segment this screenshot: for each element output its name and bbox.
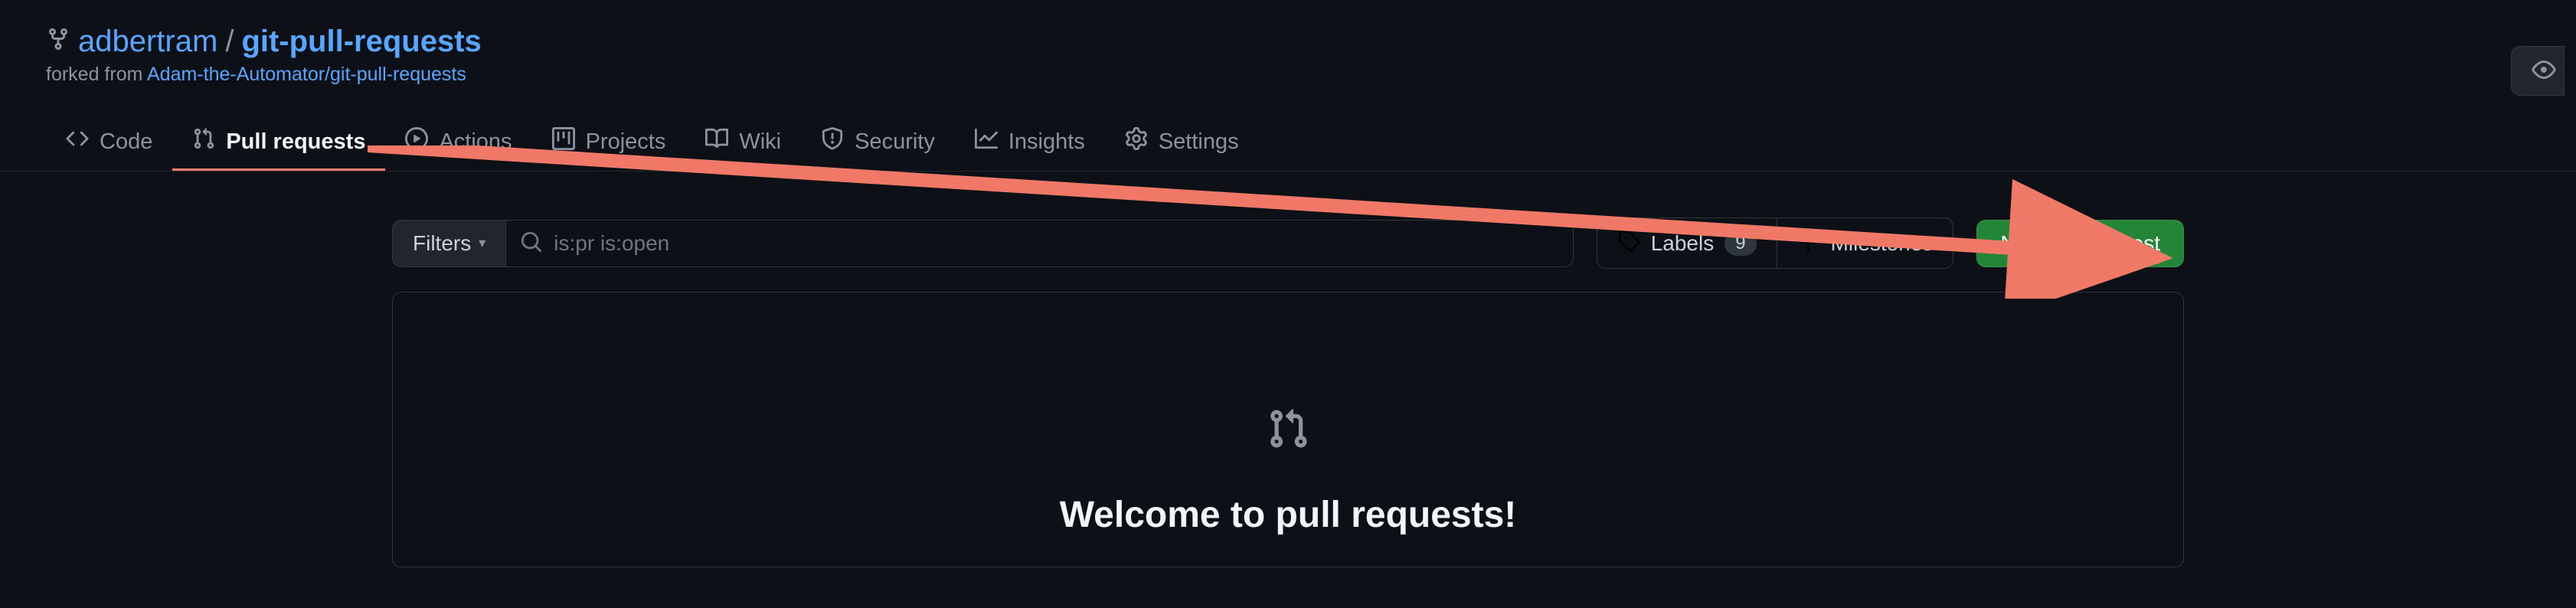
tab-code[interactable]: Code bbox=[46, 115, 172, 171]
forked-from: forked from Adam-the-Automator/git-pull-… bbox=[46, 64, 2530, 86]
repo-forked-icon bbox=[46, 25, 70, 59]
tab-label: Pull requests bbox=[226, 129, 365, 155]
tab-label: Wiki bbox=[739, 129, 781, 155]
eye-icon bbox=[2532, 57, 2556, 84]
search-group: Filters ▾ bbox=[392, 220, 1574, 267]
labels-button[interactable]: Labels 9 bbox=[1597, 217, 1777, 269]
forked-from-prefix: forked from bbox=[46, 64, 147, 85]
search-input[interactable] bbox=[554, 221, 1558, 266]
pr-toolbar: Filters ▾ Labels 9 Milestones New pull r… bbox=[392, 217, 2184, 269]
search-icon bbox=[520, 230, 543, 256]
labels-count-badge: 9 bbox=[1724, 231, 1756, 256]
tab-security[interactable]: Security bbox=[801, 115, 955, 171]
tab-settings[interactable]: Settings bbox=[1105, 115, 1259, 171]
tab-label: Code bbox=[100, 129, 152, 155]
empty-state-panel: Welcome to pull requests! bbox=[392, 292, 2184, 567]
milestones-button[interactable]: Milestones bbox=[1777, 217, 1954, 269]
labels-label: Labels bbox=[1651, 231, 1715, 256]
forked-from-link[interactable]: Adam-the-Automator/git-pull-requests bbox=[147, 64, 466, 85]
new-pull-request-button[interactable]: New pull request bbox=[1976, 220, 2184, 267]
graph-icon bbox=[975, 127, 998, 156]
filters-button[interactable]: Filters ▾ bbox=[392, 220, 505, 267]
git-pull-request-icon bbox=[1267, 407, 1309, 453]
breadcrumb: adbertram / git-pull-requests bbox=[46, 25, 2530, 59]
milestones-label: Milestones bbox=[1831, 231, 1934, 256]
tab-label: Insights bbox=[1008, 129, 1085, 155]
search-box[interactable] bbox=[505, 220, 1573, 267]
owner-link[interactable]: adbertram bbox=[78, 25, 217, 59]
tab-wiki[interactable]: Wiki bbox=[685, 115, 801, 171]
play-icon bbox=[405, 127, 428, 156]
shield-icon bbox=[821, 127, 844, 156]
breadcrumb-separator: / bbox=[225, 25, 234, 59]
tab-pull-requests[interactable]: Pull requests bbox=[172, 115, 385, 171]
book-icon bbox=[705, 127, 728, 156]
labels-milestones-group: Labels 9 Milestones bbox=[1597, 217, 1954, 269]
filters-label: Filters bbox=[413, 231, 471, 256]
watch-button[interactable] bbox=[2511, 46, 2565, 96]
tab-insights[interactable]: Insights bbox=[955, 115, 1105, 171]
tab-label: Actions bbox=[439, 129, 512, 155]
tab-actions[interactable]: Actions bbox=[385, 115, 531, 171]
code-icon bbox=[66, 127, 89, 156]
repo-tabs: Code Pull requests Actions Projects Wiki… bbox=[0, 115, 2576, 172]
repo-header: adbertram / git-pull-requests forked fro… bbox=[0, 0, 2576, 86]
tab-label: Security bbox=[855, 129, 935, 155]
tag-icon bbox=[1617, 229, 1640, 257]
caret-down-icon: ▾ bbox=[479, 235, 485, 251]
git-pull-request-icon bbox=[192, 127, 215, 156]
tab-label: Settings bbox=[1159, 129, 1239, 155]
tab-projects[interactable]: Projects bbox=[532, 115, 686, 171]
main-content: Filters ▾ Labels 9 Milestones New pull r… bbox=[392, 217, 2184, 567]
milestone-icon bbox=[1797, 229, 1820, 257]
empty-state-title: Welcome to pull requests! bbox=[1060, 494, 1517, 536]
repo-link[interactable]: git-pull-requests bbox=[241, 25, 481, 59]
gear-icon bbox=[1125, 127, 1148, 156]
tab-label: Projects bbox=[586, 129, 666, 155]
project-icon bbox=[552, 127, 575, 156]
